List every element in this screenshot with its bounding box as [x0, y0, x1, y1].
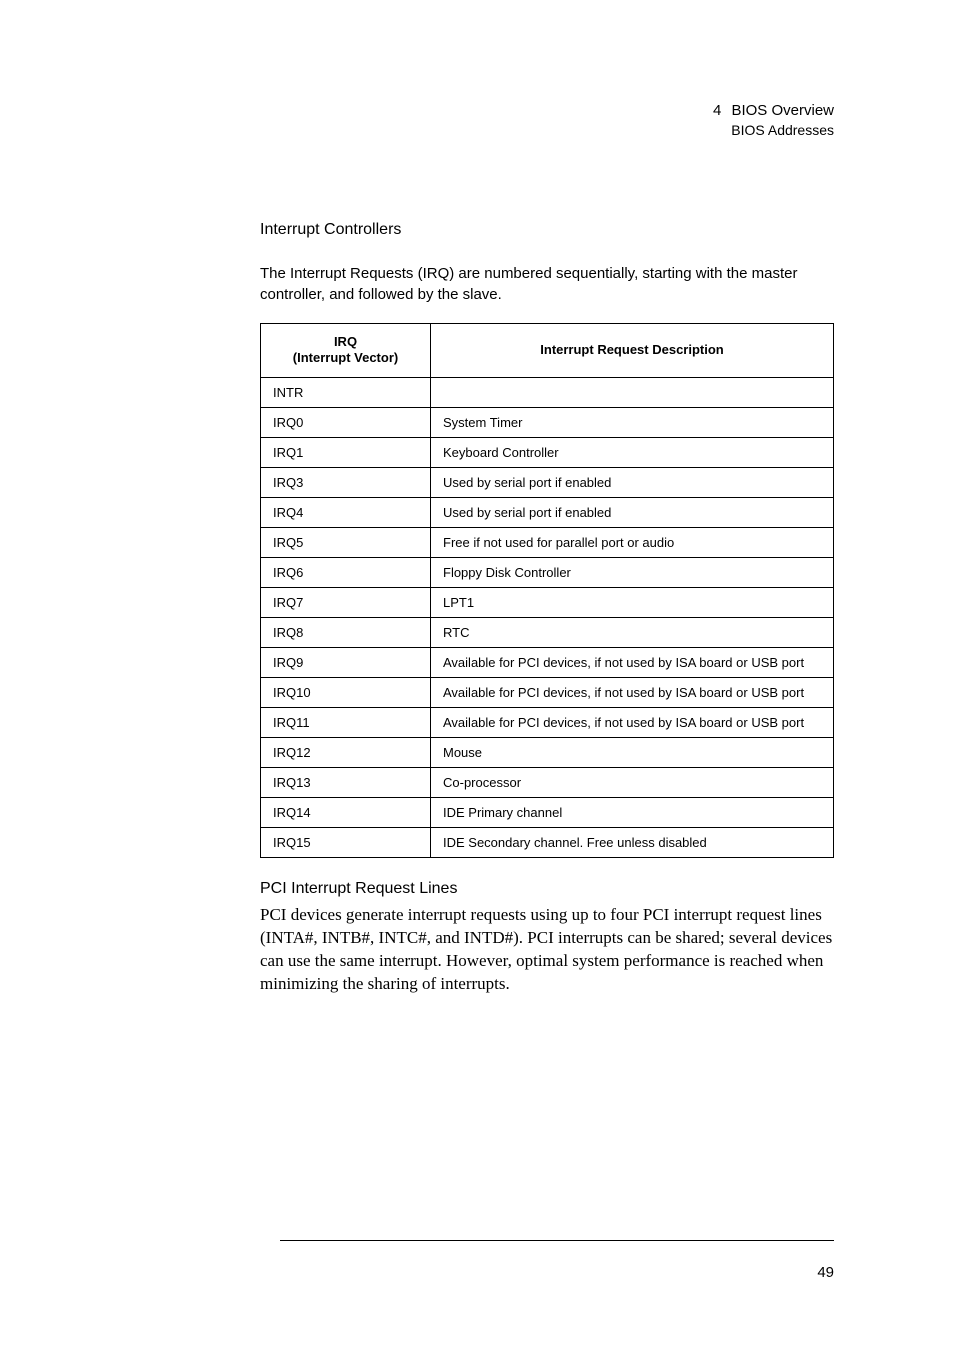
table-row: IRQ14IDE Primary channel [261, 798, 834, 828]
table-row: IRQ0System Timer [261, 408, 834, 438]
cell-irq: IRQ9 [261, 648, 431, 678]
cell-irq: IRQ10 [261, 678, 431, 708]
cell-irq: IRQ0 [261, 408, 431, 438]
table-row: IRQ11Available for PCI devices, if not u… [261, 708, 834, 738]
cell-desc: Available for PCI devices, if not used b… [431, 708, 834, 738]
table-header-row: IRQ (Interrupt Vector) Interrupt Request… [261, 323, 834, 378]
cell-desc: RTC [431, 618, 834, 648]
chapter-title: BIOS Overview [731, 102, 834, 119]
cell-irq: INTR [261, 378, 431, 408]
table-row: IRQ3Used by serial port if enabled [261, 468, 834, 498]
table-row: IRQ4Used by serial port if enabled [261, 498, 834, 528]
cell-desc: IDE Primary channel [431, 798, 834, 828]
cell-irq: IRQ1 [261, 438, 431, 468]
page: 4 BIOS Overview BIOS Addresses Interrupt… [0, 0, 954, 1351]
table-row: IRQ8RTC [261, 618, 834, 648]
intro-paragraph: The Interrupt Requests (IRQ) are numbere… [260, 263, 834, 305]
cell-desc: IDE Secondary channel. Free unless disab… [431, 828, 834, 858]
heading-pci-irq-lines: PCI Interrupt Request Lines [260, 880, 834, 898]
chapter-number: 4 [713, 102, 721, 119]
cell-desc: Used by serial port if enabled [431, 468, 834, 498]
table-header-irq-line1: IRQ [334, 334, 357, 349]
table-row: IRQ15IDE Secondary channel. Free unless … [261, 828, 834, 858]
cell-irq: IRQ6 [261, 558, 431, 588]
page-number: 49 [817, 1264, 834, 1281]
cell-desc [431, 378, 834, 408]
footer-rule [280, 1240, 834, 1241]
cell-irq: IRQ4 [261, 498, 431, 528]
table-row: IRQ5Free if not used for parallel port o… [261, 528, 834, 558]
table-row: IRQ9Available for PCI devices, if not us… [261, 648, 834, 678]
cell-desc: System Timer [431, 408, 834, 438]
cell-irq: IRQ12 [261, 738, 431, 768]
heading-interrupt-controllers: Interrupt Controllers [260, 221, 834, 239]
cell-desc: Floppy Disk Controller [431, 558, 834, 588]
cell-irq: IRQ11 [261, 708, 431, 738]
cell-irq: IRQ5 [261, 528, 431, 558]
pci-paragraph: PCI devices generate interrupt requests … [260, 904, 834, 996]
table-row: IRQ13Co-processor [261, 768, 834, 798]
table-row: IRQ1Keyboard Controller [261, 438, 834, 468]
cell-irq: IRQ14 [261, 798, 431, 828]
table-row: IRQ12Mouse [261, 738, 834, 768]
irq-table: IRQ (Interrupt Vector) Interrupt Request… [260, 323, 834, 859]
cell-irq: IRQ13 [261, 768, 431, 798]
cell-desc: Available for PCI devices, if not used b… [431, 678, 834, 708]
table-row: IRQ10Available for PCI devices, if not u… [261, 678, 834, 708]
chapter-line: 4 BIOS Overview [120, 100, 834, 121]
page-header: 4 BIOS Overview BIOS Addresses [120, 100, 834, 141]
table-header-irq-line2: (Interrupt Vector) [293, 350, 398, 365]
cell-irq: IRQ7 [261, 588, 431, 618]
cell-irq: IRQ3 [261, 468, 431, 498]
cell-irq: IRQ8 [261, 618, 431, 648]
cell-desc: Co-processor [431, 768, 834, 798]
cell-desc: Mouse [431, 738, 834, 768]
table-header-desc: Interrupt Request Description [431, 323, 834, 378]
cell-desc: Free if not used for parallel port or au… [431, 528, 834, 558]
cell-desc: Available for PCI devices, if not used b… [431, 648, 834, 678]
cell-desc: Keyboard Controller [431, 438, 834, 468]
table-header-irq: IRQ (Interrupt Vector) [261, 323, 431, 378]
cell-desc: LPT1 [431, 588, 834, 618]
table-row: IRQ7LPT1 [261, 588, 834, 618]
content: Interrupt Controllers The Interrupt Requ… [120, 221, 834, 997]
cell-desc: Used by serial port if enabled [431, 498, 834, 528]
cell-irq: IRQ15 [261, 828, 431, 858]
header-section: BIOS Addresses [120, 121, 834, 141]
table-row: IRQ6Floppy Disk Controller [261, 558, 834, 588]
table-row: INTR [261, 378, 834, 408]
